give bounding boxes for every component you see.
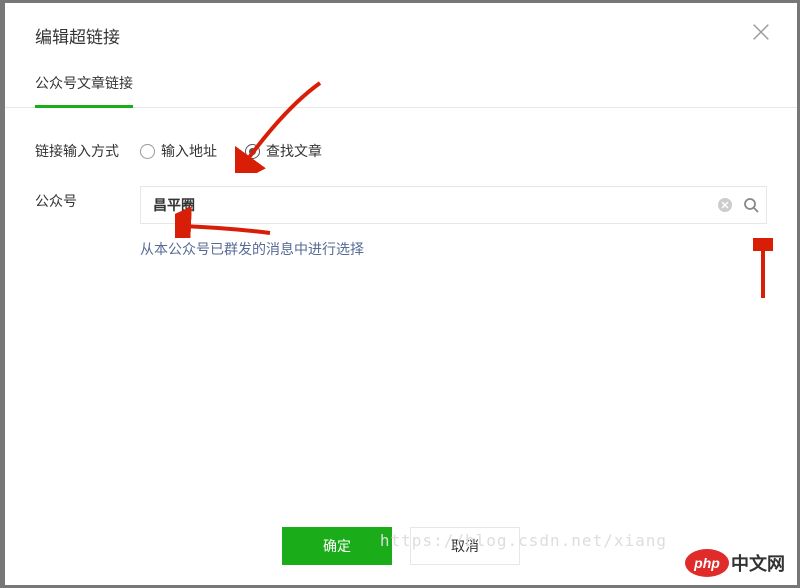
close-icon: [750, 21, 772, 43]
radio-label: 输入地址: [161, 141, 217, 161]
tab-article-link[interactable]: 公众号文章链接: [35, 73, 133, 108]
radio-input-url[interactable]: 输入地址: [140, 141, 217, 161]
dialog-title: 编辑超链接: [35, 23, 767, 48]
cancel-button[interactable]: 取消: [410, 527, 520, 565]
radio-icon-selected: [245, 144, 260, 159]
radio-label: 查找文章: [266, 141, 322, 161]
row-link-method: 链接输入方式 输入地址 查找文章: [35, 136, 767, 161]
radio-search-article[interactable]: 查找文章: [245, 141, 322, 161]
tabs-bar: 公众号文章链接: [5, 48, 797, 108]
row-account: 公众号 从本公众号已群发的消息中进行选择: [35, 186, 767, 259]
account-search-input[interactable]: [140, 186, 767, 224]
dialog-header: 编辑超链接: [5, 3, 797, 48]
edit-hyperlink-dialog: 编辑超链接 公众号文章链接 链接输入方式 输入地址 查找文章: [5, 3, 797, 585]
clear-icon[interactable]: [717, 197, 733, 213]
label-link-method: 链接输入方式: [35, 136, 140, 161]
radio-group-method: 输入地址 查找文章: [140, 136, 322, 161]
label-account: 公众号: [35, 186, 140, 211]
php-logo-oval: php: [685, 549, 729, 577]
dialog-footer: 确定 取消: [5, 527, 797, 565]
php-logo: php 中文网: [685, 549, 785, 577]
confirm-button[interactable]: 确定: [282, 527, 392, 565]
close-button[interactable]: [750, 21, 772, 43]
php-logo-text: 中文网: [731, 550, 785, 576]
radio-icon: [140, 144, 155, 159]
search-icon[interactable]: [743, 197, 759, 213]
helper-link-select-sent[interactable]: 从本公众号已群发的消息中进行选择: [140, 239, 767, 259]
